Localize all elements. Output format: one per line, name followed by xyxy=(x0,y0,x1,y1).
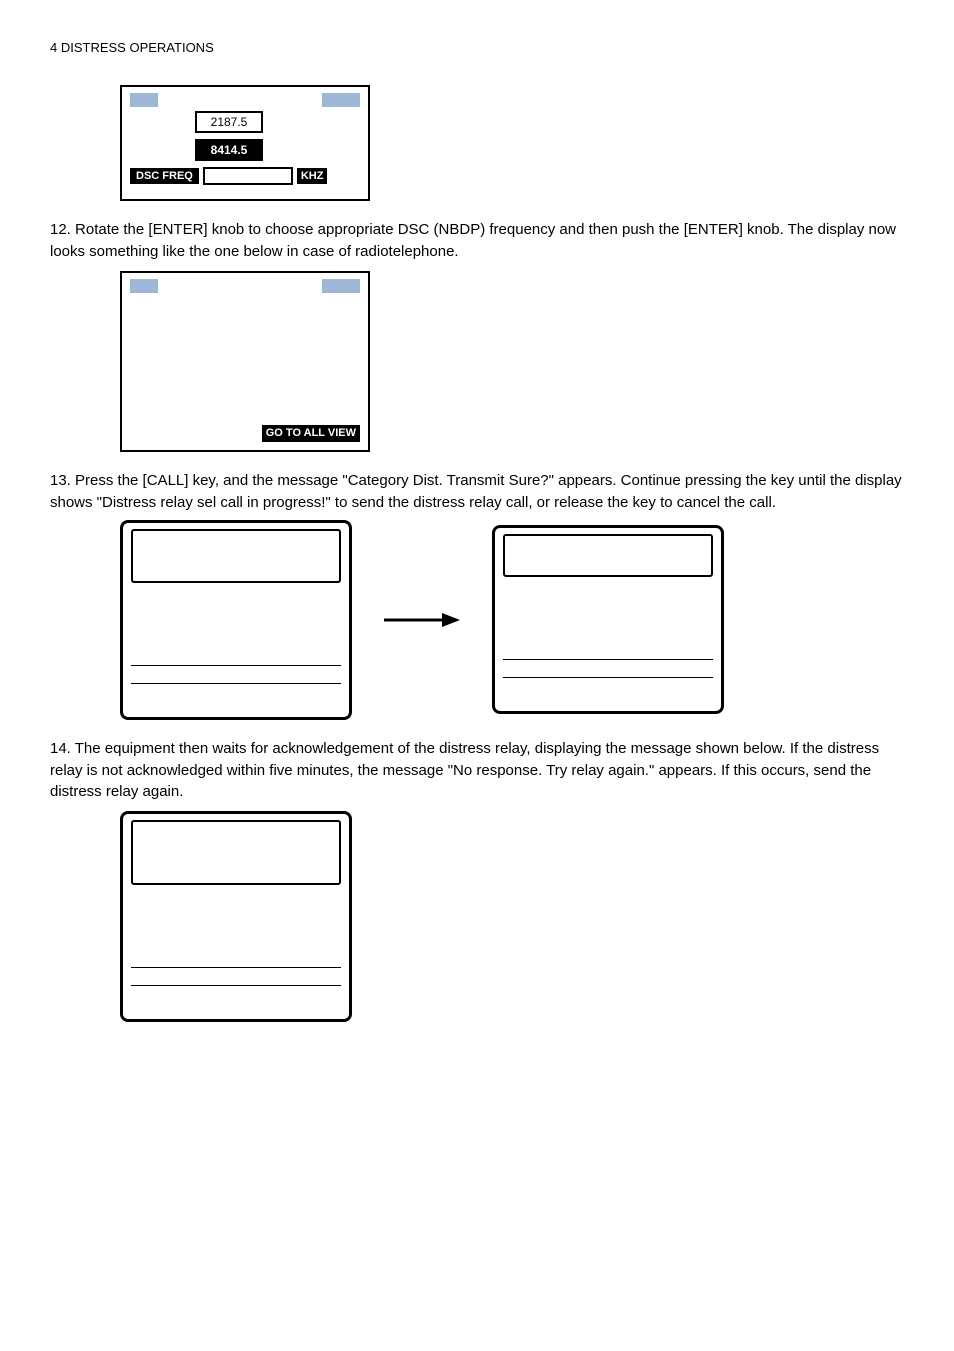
lcd3a-b3: NATURE : UNDESIGNATED xyxy=(131,608,341,619)
divider xyxy=(131,985,341,986)
lcd3b-b4: DIST POS UNKNOWN xyxy=(503,613,713,624)
divider xyxy=(131,665,341,666)
lcd-display-1: ** COMPOSE MESSAGE ** DISTRESS RELAY ALL… xyxy=(120,85,370,201)
lcd3a-b1: DISTRESS RELAY ALL TELEPHONE xyxy=(131,586,341,597)
redaction-box xyxy=(322,279,360,293)
lcd4-b1: DISTRESS RELAY ALL TELEPHONE xyxy=(131,888,341,899)
lcd4-b7: COM.FREQ : 2182.0KHZ xyxy=(131,1000,341,1011)
lcd3b-b1: DISTRESS RELAY ALL TELEPHONE xyxy=(503,580,713,591)
step-14-num: 14. xyxy=(50,740,71,757)
step-13-text: Press the [CALL] key, and the message "C… xyxy=(50,472,902,511)
lcd3b-b3: NATURE : UNDESIGNATED xyxy=(503,602,713,613)
lcd2-line5: COM.FREQ : 2182.0KHZ xyxy=(130,353,360,367)
lcd-display-2: ** COMPOSE MESSAGE ** DISTRESS RELAY ALL… xyxy=(120,271,370,453)
step-12-num: 12. xyxy=(50,221,71,238)
divider xyxy=(503,659,713,660)
lcd3a-b6: DSC FREQ : 2187.5KHZ xyxy=(131,687,341,698)
lcd4-b5: UTC : --:-- xyxy=(131,971,341,982)
lcd3b-b5: UTC : --:-- xyxy=(503,663,713,674)
divider xyxy=(131,967,341,968)
lcd2-line6: DSC FREQ : 2187.5 xyxy=(130,407,360,421)
lcd-display-4: Waiting for distress relay acknowledgeme… xyxy=(120,811,352,1022)
step-14: 14. The equipment then waits for acknowl… xyxy=(50,738,904,1022)
lcd4-b2: SHIP IN DIST : 123456789 xyxy=(131,899,341,910)
lcd3a-b4: DIST POS UNKNOWN xyxy=(131,619,341,630)
lcd4-b3: NATURE : UNDESIGNATED xyxy=(131,910,341,921)
lcd2-line3: POS: DIST POS UNKNOWN xyxy=(130,325,360,339)
lcd2-line4: COM.TYPE : TELEPHONE xyxy=(130,339,360,353)
step-14-text: The equipment then waits for acknowledge… xyxy=(50,740,879,801)
lcd3a-b5: UTC : --:-- xyxy=(131,669,341,680)
redaction-box xyxy=(130,93,158,107)
lcd1-val1: 2187.5 xyxy=(195,111,263,133)
lcd-display-3b: Distress relay sel call in progress! DIS… xyxy=(492,525,724,714)
lcd4-b6: DSC FREQ : 2187.5KHZ xyxy=(131,989,341,1000)
lcd3b-b2: SHIP IN DIST : 123456789 xyxy=(503,591,713,602)
lcd3a-t2: 2187.5 kHz 01/08 xyxy=(137,545,335,556)
lcd4-t2: acknowledgement. xyxy=(137,836,335,847)
lcd2-line1: SHIP IN DIST : 123456789 xyxy=(130,297,360,311)
lcd4-t3: Time to go : 4M52S xyxy=(137,847,335,858)
lcd3a-t1: APR-23-2002-23:59 SENDING xyxy=(137,534,335,545)
lcd1-khz-label: KHZ xyxy=(297,168,328,184)
step-13: 13. Press the [CALL] key, and the messag… xyxy=(50,470,904,720)
lcd-display-3a: APR-23-2002-23:59 SENDING 2187.5 kHz 01/… xyxy=(120,520,352,720)
lcd3b-b6: DSC FREQ : 2187.5KHZ xyxy=(503,681,713,692)
lcd4-t1: Waiting for distress relay xyxy=(137,825,335,836)
lcd3a-b7: COM.FREQ : 2182.0KHZ xyxy=(131,698,341,709)
redaction-box xyxy=(322,93,360,107)
lcd1-dscfreq-label: DSC FREQ xyxy=(130,168,199,184)
step-12-text: Rotate the [ENTER] knob to choose approp… xyxy=(50,221,896,260)
arrow-right-icon xyxy=(382,610,462,630)
page-header: 4 DISTRESS OPERATIONS xyxy=(50,40,904,55)
lcd1-input-box xyxy=(203,167,293,185)
lcd3b-b7: COM.FREQ : 2182.0KHZ xyxy=(503,692,713,703)
go-to-all-view-label: GO TO ALL VIEW xyxy=(262,425,360,443)
lcd1-val2: 8414.5 xyxy=(195,139,263,161)
step-13-num: 13. xyxy=(50,472,71,489)
divider xyxy=(131,683,341,684)
redaction-box xyxy=(130,279,158,293)
divider xyxy=(503,677,713,678)
step-12: 12. Rotate the [ENTER] knob to choose ap… xyxy=(50,219,904,452)
lcd3a-b2: SHIP IN DIST : 123456789 xyxy=(131,597,341,608)
lcd3b-t1: Distress relay sel call in progress! xyxy=(509,539,707,550)
lcd4-b4: DIST POS UNKNOWN xyxy=(131,921,341,932)
lcd2-line2: NATURE : UNDESIGNATED xyxy=(130,311,360,325)
